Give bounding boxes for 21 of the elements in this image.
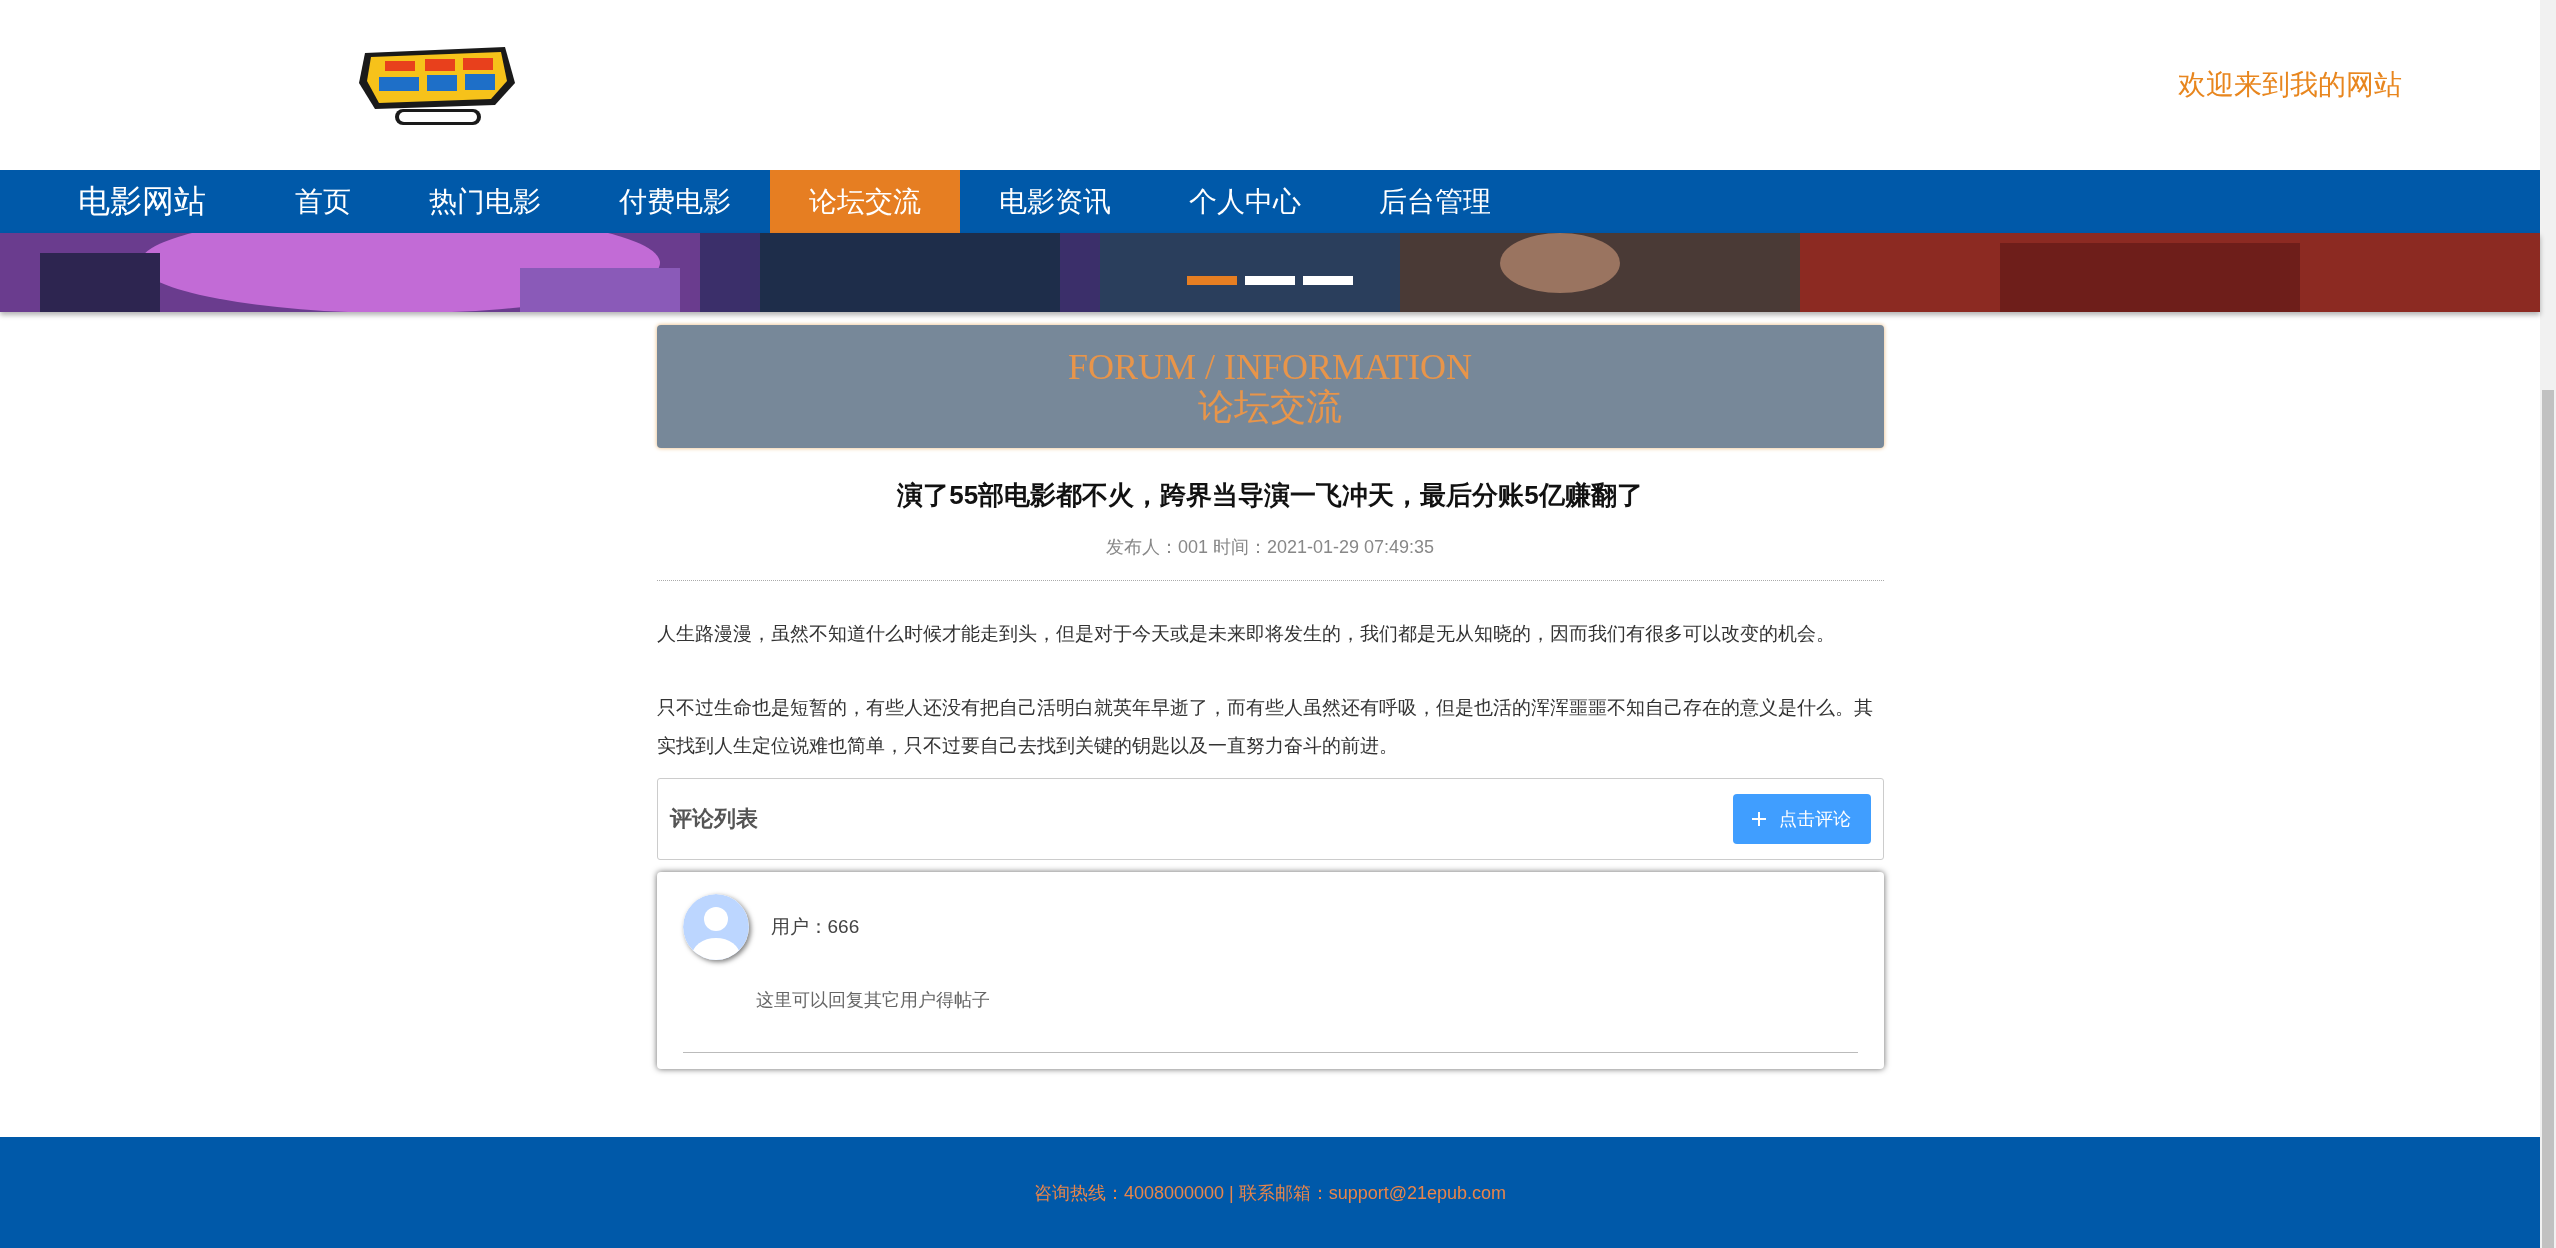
nav-link[interactable]: 后台管理 xyxy=(1340,170,1530,233)
comment-user: 用户：666 xyxy=(770,915,860,939)
plus-icon xyxy=(1750,811,1767,827)
nav-link[interactable]: 付费电影 xyxy=(580,170,770,233)
footer-contact: 咨询热线：4008000000 | 联系邮箱：support@21epub.com xyxy=(1033,1181,1507,1205)
nav-link[interactable]: 个人中心 xyxy=(1150,170,1340,233)
nav-link[interactable]: 电影资讯 xyxy=(960,170,1150,233)
section-title-chinese: 论坛交流 xyxy=(1198,386,1342,427)
comment-list-title: 评论列表 xyxy=(669,805,758,833)
welcome-text: 欢迎来到我的网站 xyxy=(2178,68,2402,102)
article-paragraph: 只不过生命也是短暂的，有些人还没有把自己活明白就英年早逝了，而有些人虽然还有呼吸，但是也活的浑浑噩噩不知自己存在的意义是什么。其实找到人生定位说难也简单，只不过要自己去找到关键的钥匙以及一直努力奋斗的前进。 xyxy=(656,696,1874,758)
nav-link[interactable]: 首页 xyxy=(256,170,390,233)
site-brand[interactable]: 电影网站 xyxy=(0,170,256,233)
scrollbar[interactable] xyxy=(2540,0,2556,1248)
article-paragraph: 人生路漫漫，虽然不知道什么时候才能走到头，但是对于今天或是未来即将发生的，我们都是无从知晓的，因而我们有很多可以改变的机会。 xyxy=(656,622,1836,646)
section-title-english: FORUM / INFORMATION xyxy=(1067,346,1473,387)
article-meta: 发布人：001 时间：2021-01-29 07:49:35 xyxy=(1104,536,1436,559)
article-title: 演了55部电影都不火，跨界当导演一飞冲天，最后分账5亿赚翻了 xyxy=(896,479,1644,512)
avatar-icon xyxy=(682,894,749,960)
nav-link[interactable]: 热门电影 xyxy=(390,170,580,233)
comment-text: 这里可以回复其它用户得帖子 xyxy=(755,989,991,1012)
